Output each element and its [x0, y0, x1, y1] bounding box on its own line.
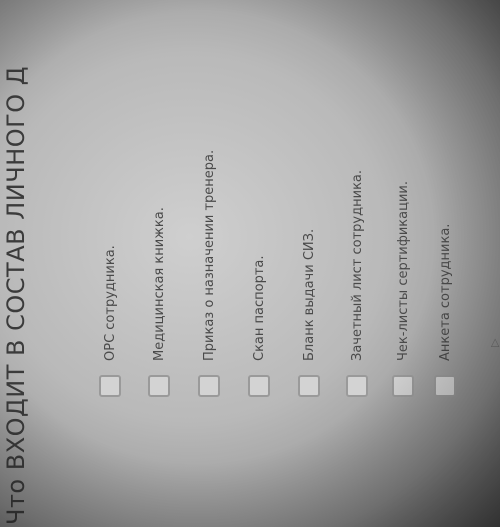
option-credit-sheet[interactable]: Зачетный лист сотрудника.	[342, 170, 372, 397]
option-label: Чек-листы сертификации.	[395, 180, 411, 361]
cursor-icon: ▷	[488, 338, 500, 347]
photo-frame: Что ВХОДИТ В СОСТАВ ЛИЧНОГО Д ОРС сотруд…	[0, 0, 500, 527]
option-ppe-form[interactable]: Бланк выдачи СИЗ.	[294, 229, 324, 397]
option-label: Бланк выдачи СИЗ.	[301, 228, 317, 361]
checkbox[interactable]	[298, 375, 320, 397]
option-label: Зачетный лист сотрудника.	[349, 169, 365, 361]
option-label: Медицинская книжка.	[151, 207, 167, 361]
option-employee-form[interactable]: Анкета сотрудника.	[430, 224, 460, 397]
checkbox[interactable]	[198, 375, 220, 397]
checkbox[interactable]	[148, 375, 170, 397]
option-trainer-order[interactable]: Приказ о назначении тренера.	[194, 150, 224, 397]
checkbox[interactable]	[248, 375, 270, 397]
option-ors[interactable]: ОРС сотрудника.	[95, 245, 125, 397]
option-label: Приказ о назначении тренера.	[201, 149, 217, 361]
option-med-book[interactable]: Медицинская книжка.	[144, 207, 174, 397]
options-list: ОРС сотрудника. Медицинская книжка. Прик…	[0, 0, 500, 527]
option-label: Скан паспорта.	[251, 255, 267, 361]
option-passport-scan[interactable]: Скан паспорта.	[244, 255, 274, 397]
checkbox[interactable]	[99, 375, 121, 397]
quiz-page: Что ВХОДИТ В СОСТАВ ЛИЧНОГО Д ОРС сотруд…	[0, 0, 500, 527]
option-cert-checklists[interactable]: Чек-листы сертификации.	[388, 181, 418, 397]
option-label: ОРС сотрудника.	[102, 245, 118, 361]
checkbox[interactable]	[392, 375, 414, 397]
option-label: Анкета сотрудника.	[437, 223, 453, 361]
checkbox[interactable]	[434, 375, 456, 397]
checkbox[interactable]	[346, 375, 368, 397]
